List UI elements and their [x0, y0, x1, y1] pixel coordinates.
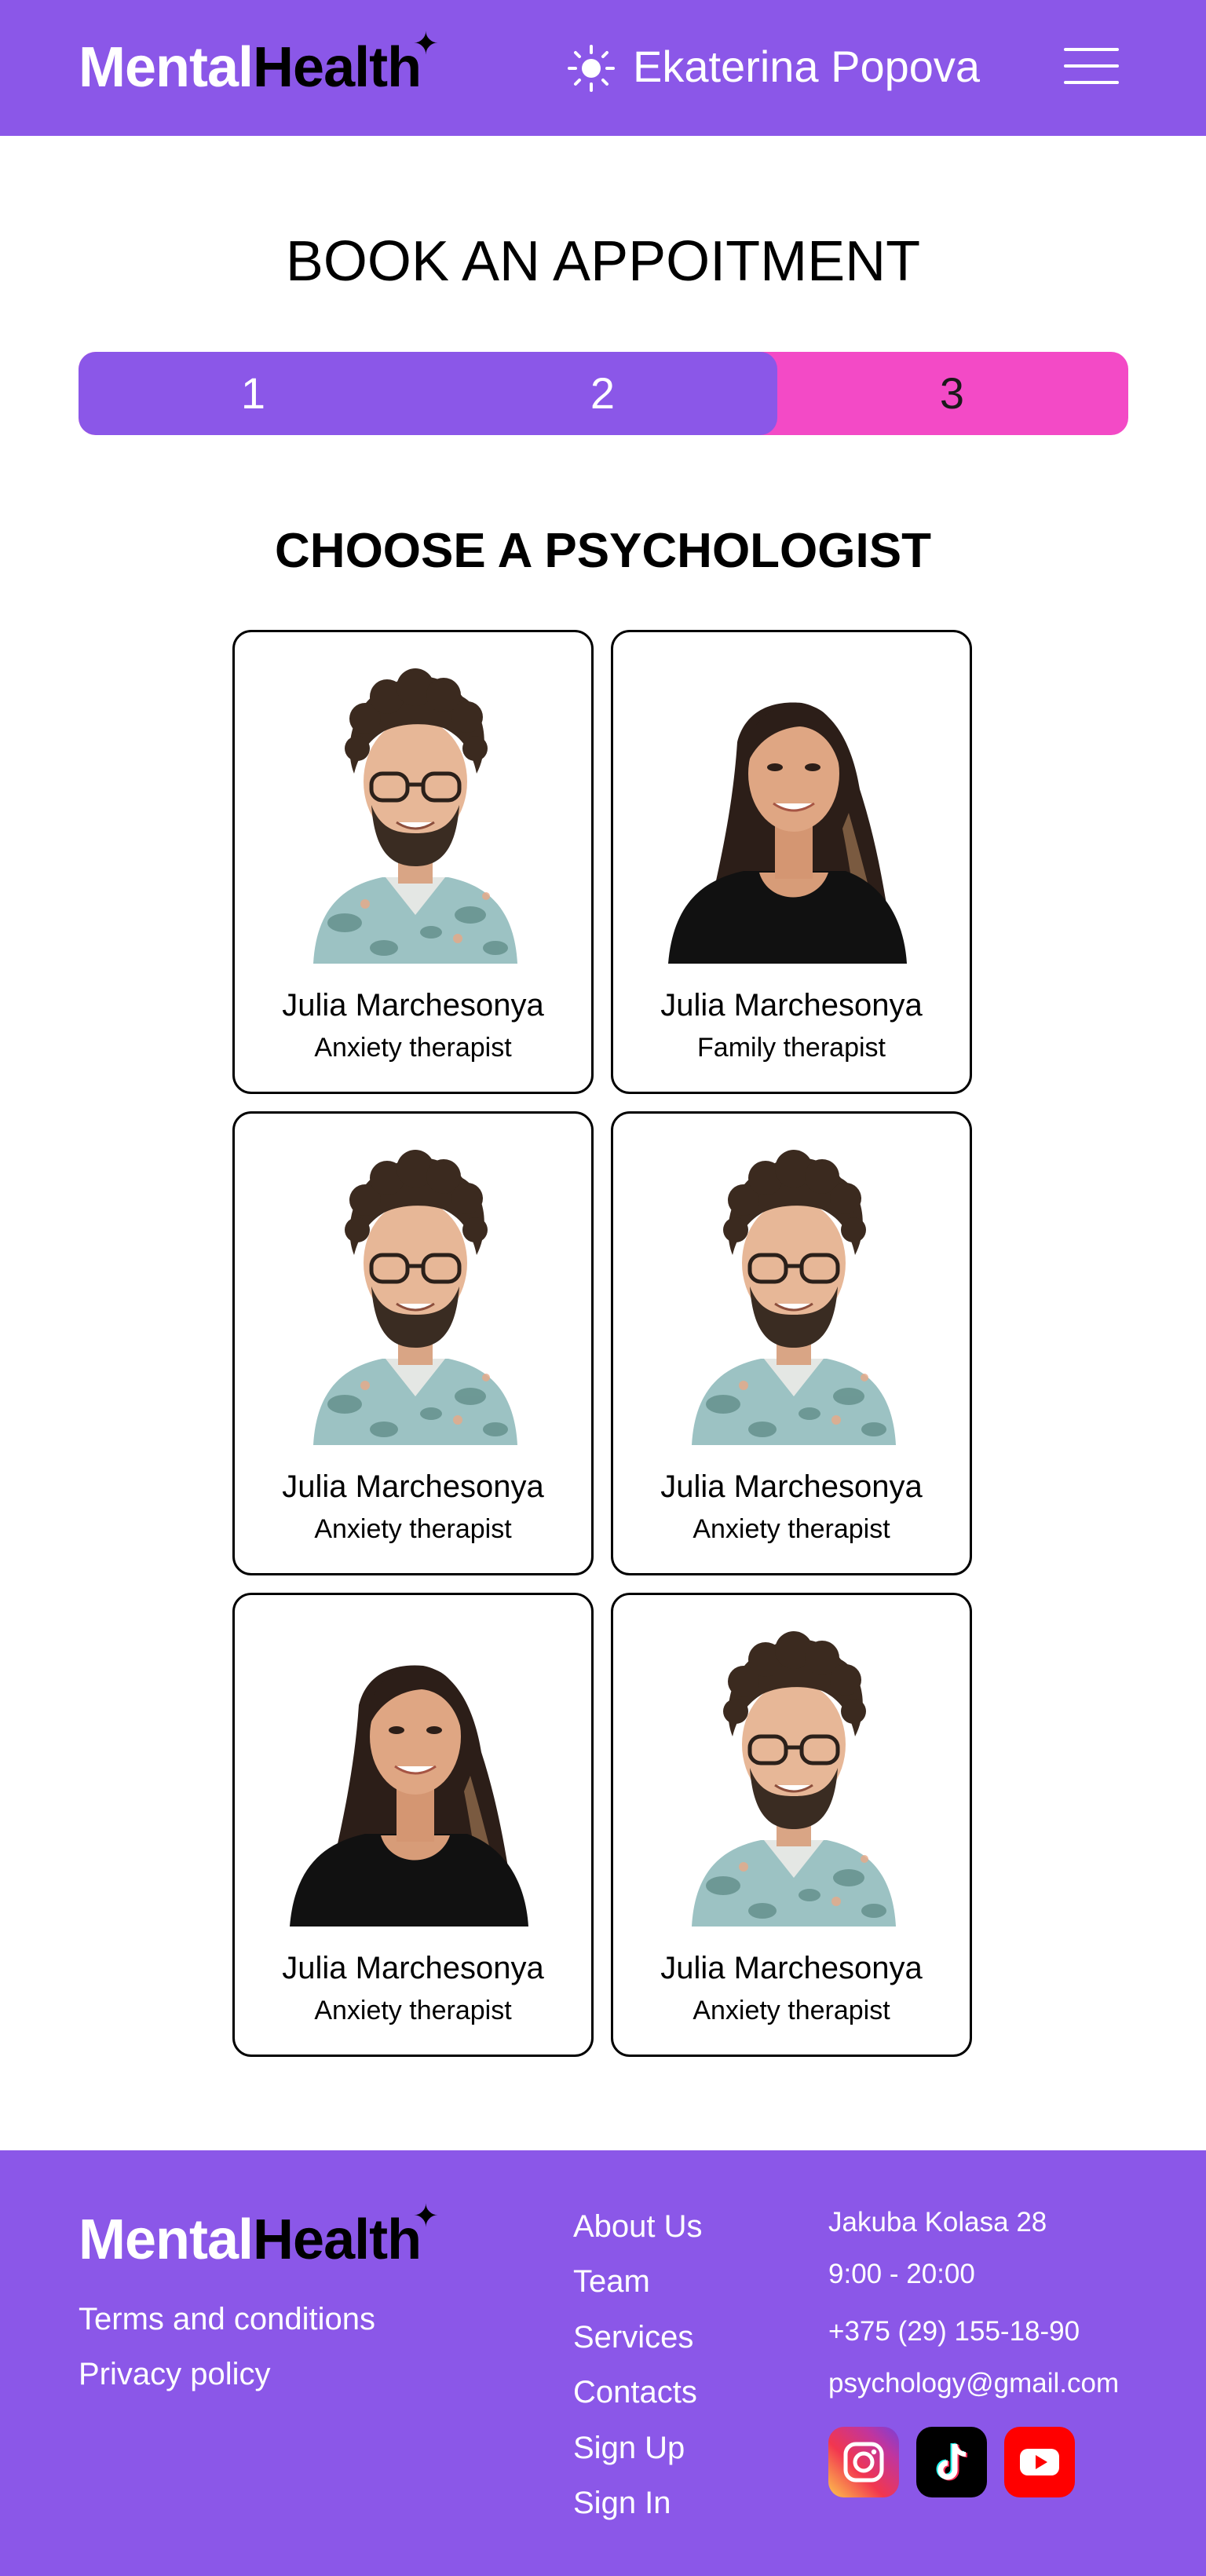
youtube-icon[interactable] — [1004, 2427, 1075, 2497]
footer-link-sign-up[interactable]: Sign Up — [573, 2428, 685, 2468]
psychologist-role: Anxiety therapist — [693, 1514, 890, 1544]
section-title: CHOOSE A PSYCHOLOGIST — [275, 524, 931, 578]
contact-address: Jakuba Kolasa 28 — [828, 2207, 1047, 2238]
psychologist-card[interactable]: Julia Marchesonya Anxiety therapist — [232, 630, 594, 1094]
logo-text-health: Health — [253, 2208, 422, 2271]
footer-link-contacts[interactable]: Contacts — [573, 2373, 697, 2412]
footer-logo[interactable]: MentalHealth ✦ — [79, 2201, 439, 2268]
psychologist-name: Julia Marchesonya — [282, 1469, 544, 1504]
logo[interactable]: MentalHealth ✦ — [79, 28, 439, 99]
psychologist-name: Julia Marchesonya — [660, 1951, 923, 1985]
psychologist-role: Anxiety therapist — [693, 1996, 890, 2025]
psychologist-grid: Julia Marchesonya Anxiety therapist Juli… — [232, 630, 974, 2057]
psychologist-card[interactable]: Julia Marchesonya Family therapist — [611, 630, 972, 1094]
psychologist-card[interactable]: Julia Marchesonya Anxiety therapist — [232, 1593, 594, 2057]
psychologist-role: Family therapist — [697, 1033, 886, 1063]
instagram-icon[interactable] — [828, 2427, 899, 2497]
site-footer: MentalHealth ✦ Terms and conditions Priv… — [0, 2150, 1206, 2576]
step-2[interactable]: 2 — [428, 352, 777, 435]
psychologist-name: Julia Marchesonya — [660, 1469, 923, 1504]
page-title: BOOK AN APPOITMENT — [285, 230, 921, 293]
contact-hours: 9:00 - 20:00 — [828, 2259, 975, 2289]
psychologist-photo — [290, 1619, 541, 1927]
logo-text-mental: Mental — [79, 36, 254, 99]
logo-text-mental: Mental — [79, 2208, 254, 2271]
footer-link-about-us[interactable]: About Us — [573, 2207, 703, 2246]
psychologist-photo — [668, 1137, 919, 1445]
psychologist-card[interactable]: Julia Marchesonya Anxiety therapist — [611, 1111, 972, 1575]
user-name[interactable]: Ekaterina Popova — [633, 41, 980, 93]
psychologist-name: Julia Marchesonya — [282, 988, 544, 1023]
step-1[interactable]: 1 — [79, 352, 428, 435]
psychologist-photo — [290, 656, 541, 964]
psychologist-name: Julia Marchesonya — [282, 1951, 544, 1985]
site-header: MentalHealth ✦ Ekaterina Popova — [0, 0, 1206, 136]
terms-link[interactable]: Terms and conditions — [79, 2300, 375, 2339]
psychologist-photo — [668, 1619, 919, 1927]
booking-stepper: 1 2 3 — [79, 352, 1128, 435]
privacy-link[interactable]: Privacy policy — [79, 2355, 271, 2394]
tiktok-icon[interactable] — [916, 2427, 987, 2497]
sparkle-icon: ✦ — [412, 2199, 440, 2234]
footer-link-services[interactable]: Services — [573, 2318, 693, 2357]
psychologist-name: Julia Marchesonya — [660, 988, 923, 1023]
psychologist-role: Anxiety therapist — [314, 1033, 512, 1063]
psychologist-role: Anxiety therapist — [314, 1514, 512, 1544]
psychologist-card[interactable]: Julia Marchesonya Anxiety therapist — [232, 1111, 594, 1575]
contact-phone[interactable]: +375 (29) 155-18-90 — [828, 2314, 1080, 2349]
contact-email[interactable]: psychology@gmail.com — [828, 2366, 1119, 2401]
psychologist-role: Anxiety therapist — [314, 1996, 512, 2025]
sun-icon[interactable] — [567, 44, 616, 93]
step-3[interactable]: 3 — [777, 352, 1127, 435]
footer-link-team[interactable]: Team — [573, 2262, 650, 2301]
footer-link-sign-in[interactable]: Sign In — [573, 2483, 671, 2523]
psychologist-photo — [290, 1137, 541, 1445]
psychologist-photo — [668, 656, 919, 964]
psychologist-card[interactable]: Julia Marchesonya Anxiety therapist — [611, 1593, 972, 2057]
sparkle-icon: ✦ — [412, 27, 440, 61]
logo-text-health: Health — [253, 36, 422, 99]
hamburger-menu-icon[interactable] — [1064, 43, 1119, 89]
